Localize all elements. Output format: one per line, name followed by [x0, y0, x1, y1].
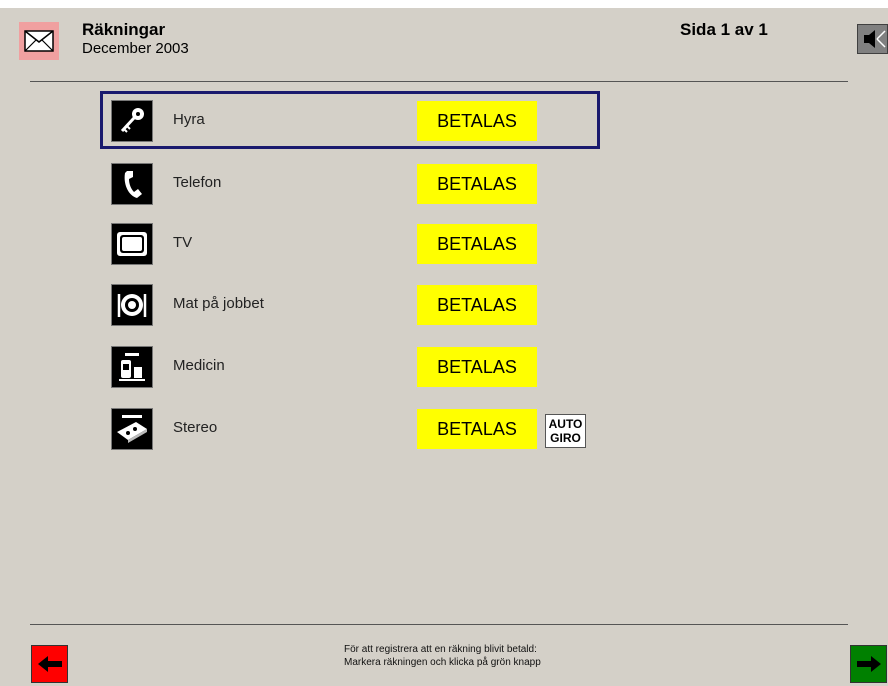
page-title: Räkningar	[82, 20, 166, 39]
arrow-left-icon	[37, 656, 62, 672]
back-button[interactable]	[31, 645, 68, 683]
bill-label: Mat på jobbet	[173, 295, 264, 312]
page-subtitle: December 2003	[82, 40, 189, 57]
mail-envelope-icon	[19, 22, 59, 60]
bill-label: TV	[173, 234, 193, 251]
bill-label: Stereo	[173, 419, 218, 436]
autogiro-line1: AUTO	[548, 417, 583, 431]
footer-instruction-line: Markera räkningen och klicka på grön kna…	[344, 657, 541, 668]
bill-row-telefon[interactable]: Telefon BETALAS	[100, 154, 600, 212]
page-indicator: Sida 1 av 1	[680, 20, 768, 39]
bill-label: Telefon	[173, 174, 222, 191]
footer-instruction-line: För att registrera att en räkning blivit…	[344, 644, 537, 655]
autogiro-line2: GIRO	[550, 431, 581, 445]
bill-row-stereo[interactable]: Stereo BETALAS AUTO GIRO	[100, 399, 600, 457]
pay-button-mat-pa-jobbet[interactable]: BETALAS	[417, 285, 537, 325]
pay-button-telefon[interactable]: BETALAS	[417, 164, 537, 204]
confirm-paid-button[interactable]	[850, 645, 887, 683]
phone-icon	[111, 163, 153, 205]
stereo-icon	[111, 408, 153, 450]
pay-button-tv[interactable]: BETALAS	[417, 224, 537, 264]
tv-icon	[111, 223, 153, 265]
bill-row-tv[interactable]: TV BETALAS	[100, 214, 600, 272]
key-icon	[111, 100, 153, 142]
bill-row-medicin[interactable]: Medicin BETALAS	[100, 337, 600, 395]
pay-button-medicin[interactable]: BETALAS	[417, 347, 537, 387]
arrow-right-icon	[856, 656, 881, 672]
pay-button-stereo[interactable]: BETALAS	[417, 409, 537, 449]
bill-row-hyra[interactable]: Hyra BETALAS	[100, 91, 600, 149]
header-divider	[30, 81, 848, 82]
bill-row-mat-pa-jobbet[interactable]: Mat på jobbet BETALAS	[100, 275, 600, 333]
autogiro-badge: AUTO GIRO	[545, 414, 586, 448]
pay-button-hyra[interactable]: BETALAS	[417, 101, 537, 141]
medicine-icon	[111, 346, 153, 388]
plate-icon	[111, 284, 153, 326]
bill-label: Medicin	[173, 357, 225, 374]
speaker-button[interactable]	[857, 24, 888, 54]
footer-divider	[30, 624, 848, 625]
bill-label: Hyra	[173, 111, 205, 128]
speaker-icon	[864, 30, 886, 48]
top-strip	[0, 0, 888, 8]
footer-instructions: För att registrera att en räkning blivit…	[344, 643, 541, 669]
